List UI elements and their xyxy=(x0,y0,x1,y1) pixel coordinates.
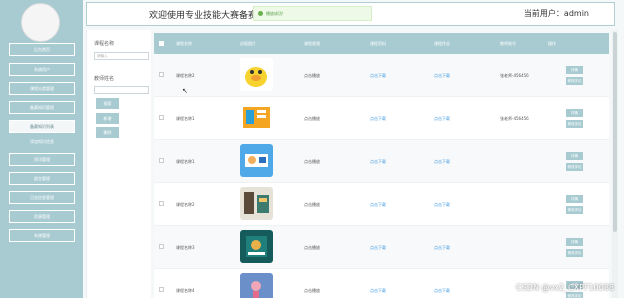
sidebar-item-knowledge[interactable]: 备赛知识管理 xyxy=(9,101,75,114)
scrollbar-thumb[interactable] xyxy=(613,32,617,232)
course-name: 课程名称3 xyxy=(176,245,195,250)
sidebar-item-add-knowledge[interactable]: 添加知识信息 xyxy=(9,135,75,148)
edit-comment-button[interactable]: 修改评论 xyxy=(566,292,583,298)
table-header: 课程名称 封面图片 课程视频 课程资料 课程作业 教师账号 操作 xyxy=(154,33,609,54)
download-material-link[interactable]: 点击下载 xyxy=(370,202,386,208)
row-checkbox[interactable] xyxy=(159,72,164,77)
row-checkbox[interactable] xyxy=(159,158,164,163)
row-checkbox[interactable] xyxy=(159,201,164,206)
download-homework-link[interactable]: 点击下载 xyxy=(434,245,450,251)
select-all-checkbox[interactable] xyxy=(159,41,164,46)
play-video-link[interactable]: 点击播放 xyxy=(304,73,320,79)
download-material-link[interactable]: 点击下载 xyxy=(370,245,386,251)
play-video-link[interactable]: 点击播放 xyxy=(304,288,320,294)
download-material-link[interactable]: 点击下载 xyxy=(370,288,386,294)
app-root: 后台首页 系统用户 课程分类管理 备赛知识管理 备赛知识列表 添加知识信息 资讯… xyxy=(0,0,624,298)
col-homework: 课程作业 xyxy=(434,41,450,46)
sidebar-item-news[interactable]: 资讯管理 xyxy=(9,153,75,166)
col-actions: 操作 xyxy=(548,41,556,46)
course-name: 课程名称4 xyxy=(176,288,195,293)
edit-comment-button[interactable]: 修改评论 xyxy=(566,77,583,85)
col-material: 课程资料 xyxy=(370,41,386,46)
course-name: 课程名称1 xyxy=(176,116,195,121)
cover-image xyxy=(240,230,273,263)
download-homework-link[interactable]: 点击下载 xyxy=(434,202,450,208)
current-user: 当前用户：admin xyxy=(523,9,589,18)
download-homework-link[interactable]: 点击下载 xyxy=(434,288,450,294)
row-checkbox[interactable] xyxy=(159,244,164,249)
play-video-link[interactable]: 点击播放 xyxy=(304,245,320,251)
play-video-link[interactable]: 点击播放 xyxy=(304,202,320,208)
watermark: CSDN @vx2_CXPF10088 xyxy=(516,283,614,292)
cover-image xyxy=(240,273,273,298)
course-name: 课程名称2 xyxy=(176,73,195,78)
table-row: 课程名称3 点击播放 点击下载 点击下载 详情修改评论 xyxy=(154,226,609,269)
detail-button[interactable]: 详情 xyxy=(566,152,583,160)
download-material-link[interactable]: 点击下载 xyxy=(370,73,386,79)
toast-text: 播放成功! xyxy=(266,10,284,16)
sidebar-item-knowledge-list[interactable]: 备赛知识列表 xyxy=(9,120,75,133)
avatar[interactable] xyxy=(21,3,60,42)
success-toast: 播放成功! xyxy=(253,6,372,21)
sidebar-item-users[interactable]: 系统用户 xyxy=(9,63,75,76)
teacher-name-input[interactable] xyxy=(94,86,149,94)
row-checkbox[interactable] xyxy=(159,115,164,120)
col-teacher: 教师账号 xyxy=(500,41,516,46)
course-name-label: 课程名称 xyxy=(94,41,115,47)
sidebar: 后台首页 系统用户 课程分类管理 备赛知识管理 备赛知识列表 添加知识信息 资讯… xyxy=(0,0,83,298)
download-homework-link[interactable]: 点击下载 xyxy=(434,116,450,122)
delete-button[interactable]: 删除 xyxy=(96,127,119,138)
mouse-cursor-icon: ↖ xyxy=(182,87,188,95)
col-cover: 封面图片 xyxy=(240,41,256,46)
edit-comment-button[interactable]: 修改评论 xyxy=(566,206,583,214)
table-row: 课程名称1 点击播放 点击下载 点击下载 张老师-456456 详情修改评论 xyxy=(154,97,609,140)
filter-panel: 课程名称 请输入 教师姓名 搜索 新增 删除 xyxy=(86,30,151,298)
table-row: 课程名称2 点击播放 点击下载 点击下载 详情修改评论 xyxy=(154,183,609,226)
scrollbar[interactable] xyxy=(612,30,618,298)
col-name: 课程名称 xyxy=(176,41,192,46)
sidebar-item-resources[interactable]: 资源管理 xyxy=(9,210,75,223)
sidebar-item-home[interactable]: 后台首页 xyxy=(9,43,75,56)
sidebar-item-course-category[interactable]: 课程分类管理 xyxy=(9,82,75,95)
edit-comment-button[interactable]: 修改评论 xyxy=(566,120,583,128)
cover-image xyxy=(240,144,273,177)
play-video-link[interactable]: 点击播放 xyxy=(304,116,320,122)
detail-button[interactable]: 详情 xyxy=(566,238,583,246)
course-name: 课程名称1 xyxy=(176,159,195,164)
teacher-account: 张老师-456456 xyxy=(500,73,529,78)
add-button[interactable]: 新增 xyxy=(96,113,119,124)
table-row: 课程名称1 点击播放 点击下载 点击下载 详情修改评论 xyxy=(154,140,609,183)
teacher-name-label: 教师姓名 xyxy=(94,76,115,82)
course-table: 课程名称 封面图片 课程视频 课程资料 课程作业 教师账号 操作 课程名称2 点击… xyxy=(154,33,609,298)
course-name: 课程名称2 xyxy=(176,202,195,207)
sidebar-item-messages[interactable]: 留言管理 xyxy=(9,172,75,185)
cover-image xyxy=(240,58,273,91)
success-icon xyxy=(258,11,263,16)
detail-button[interactable]: 详情 xyxy=(566,109,583,117)
search-button[interactable]: 搜索 xyxy=(96,98,119,109)
play-video-link[interactable]: 点击播放 xyxy=(304,159,320,165)
download-homework-link[interactable]: 点击下载 xyxy=(434,73,450,79)
table-row: 课程名称2 点击播放 点击下载 点击下载 张老师-456456 详情修改评论 xyxy=(154,54,609,97)
detail-button[interactable]: 详情 xyxy=(566,66,583,74)
detail-button[interactable]: 详情 xyxy=(566,195,583,203)
cover-image xyxy=(240,187,273,220)
edit-comment-button[interactable]: 修改评论 xyxy=(566,163,583,171)
download-homework-link[interactable]: 点击下载 xyxy=(434,159,450,165)
edit-comment-button[interactable]: 修改评论 xyxy=(566,249,583,257)
sidebar-item-system[interactable]: 系统管理 xyxy=(9,229,75,242)
download-material-link[interactable]: 点击下载 xyxy=(370,159,386,165)
col-video: 课程视频 xyxy=(304,41,320,46)
teacher-account: 张老师-456456 xyxy=(500,116,529,121)
download-material-link[interactable]: 点击下载 xyxy=(370,116,386,122)
course-name-input[interactable]: 请输入 xyxy=(94,52,149,60)
cover-image xyxy=(240,101,273,134)
row-checkbox[interactable] xyxy=(159,287,164,292)
sidebar-item-logs[interactable]: 日志信息管理 xyxy=(9,191,75,204)
